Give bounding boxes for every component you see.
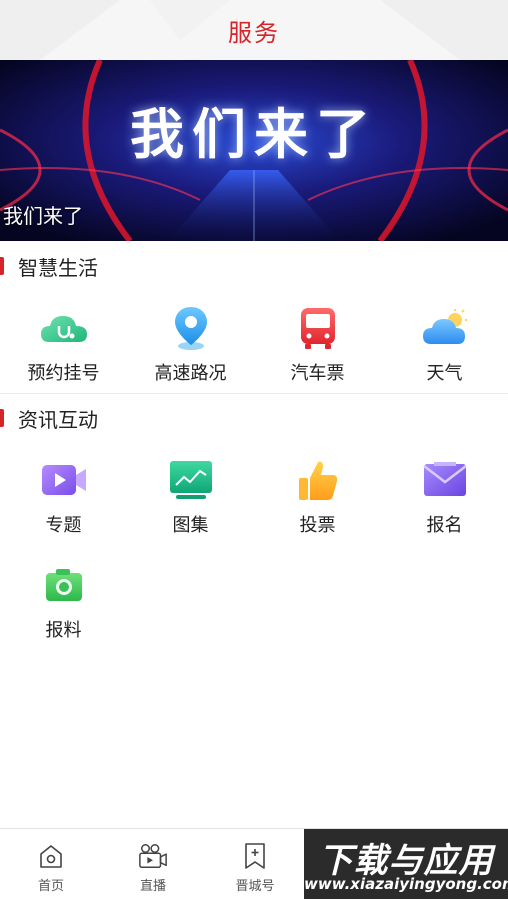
tab-jincheng-account[interactable]: 晋城号 xyxy=(204,829,306,900)
service-highway-status[interactable]: 高速路况 xyxy=(127,303,254,399)
watermark-url: www.xiazaiyingyong.com xyxy=(304,875,508,893)
service-vote[interactable]: 投票 xyxy=(254,455,381,551)
tab-live[interactable]: 直播 xyxy=(102,829,204,900)
service-label: 预约挂号 xyxy=(27,363,100,384)
tab-label: 晋城号 xyxy=(235,879,275,894)
bus-icon xyxy=(293,303,343,353)
tab-home[interactable]: 首页 xyxy=(0,829,102,900)
chart-screen-icon xyxy=(166,455,216,505)
banner-headline: 我们来了 xyxy=(130,103,378,166)
service-label: 报料 xyxy=(45,620,82,641)
service-signup[interactable]: 报名 xyxy=(381,455,508,551)
tab-label: 首页 xyxy=(37,879,64,894)
page-title: 服务 xyxy=(228,18,280,47)
thumbs-up-icon xyxy=(293,455,343,505)
section-title: 智慧生活 xyxy=(18,255,98,280)
site-watermark: 下载与应用 www.xiazaiyingyong.com xyxy=(304,829,508,899)
video-camera-icon xyxy=(39,455,89,505)
section-divider xyxy=(0,393,508,394)
envelope-icon xyxy=(420,455,470,505)
service-report[interactable]: 报料 xyxy=(0,560,127,656)
section-title: 资讯互动 xyxy=(18,407,98,432)
cloud-stethoscope-icon xyxy=(39,303,89,353)
service-label: 汽车票 xyxy=(290,363,345,384)
home-icon xyxy=(36,841,66,871)
service-bus-ticket[interactable]: 汽车票 xyxy=(254,303,381,399)
section-header-news-interaction: 资讯互动 xyxy=(0,397,508,439)
section-marker xyxy=(0,257,4,275)
service-gallery[interactable]: 图集 xyxy=(127,455,254,551)
section-header-smart-life: 智慧生活 xyxy=(0,245,508,287)
service-topic[interactable]: 专题 xyxy=(0,455,127,551)
service-label: 图集 xyxy=(172,515,209,536)
section-marker xyxy=(0,409,4,427)
tab-label: 直播 xyxy=(139,879,166,894)
service-label: 投票 xyxy=(299,515,336,536)
live-camera-icon xyxy=(138,841,168,871)
service-label: 天气 xyxy=(426,363,463,384)
service-label: 专题 xyxy=(45,515,82,536)
service-appointment[interactable]: 预约挂号 xyxy=(0,303,127,399)
promo-banner[interactable]: 我们来了 我们来了 xyxy=(0,60,508,241)
bookmark-icon xyxy=(240,841,270,871)
service-label: 报名 xyxy=(426,515,463,536)
service-label: 高速路况 xyxy=(154,363,227,384)
service-weather[interactable]: 天气 xyxy=(381,303,508,399)
weather-cloud-icon xyxy=(420,303,470,353)
location-pin-icon xyxy=(166,303,216,353)
camera-icon xyxy=(39,560,89,610)
banner-caption: 我们来了 xyxy=(3,204,83,228)
top-header: 服务 xyxy=(0,0,508,60)
